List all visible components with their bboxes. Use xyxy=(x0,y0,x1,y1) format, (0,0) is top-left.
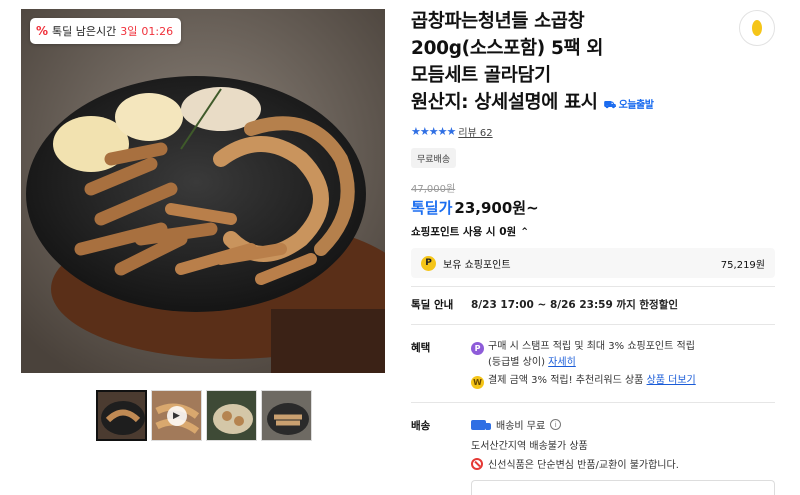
main-product-image[interactable] xyxy=(21,9,385,373)
point-use-label: 쇼핑포인트 사용 시 0원 xyxy=(411,226,517,238)
deal-price-label: 톡딜가 xyxy=(411,199,453,217)
benefit-detail-link[interactable]: 자세히 xyxy=(548,357,576,368)
shipping-fee-row: 배송비 무료 i xyxy=(471,417,562,432)
thumbnail-4[interactable] xyxy=(261,390,312,441)
play-icon: ▶ xyxy=(166,405,187,426)
benefit-stamp: P 구매 시 스탬프 적립 및 최대 3% 쇼핑포인트 적립 xyxy=(471,339,695,355)
benefit-line-3: 결제 금액 3% 적립! 추천리워드 상품 xyxy=(488,375,644,386)
stamp-point-icon: P xyxy=(471,342,484,355)
benefits-label: 혜택 xyxy=(411,342,431,354)
point-coin-icon: P xyxy=(421,255,436,271)
today-delivery-label: 오늘출발 xyxy=(618,100,654,111)
deal-info-label: 톡딜 안내 xyxy=(411,299,454,311)
more-products-link[interactable]: 상품 더보기 xyxy=(647,375,696,386)
timer-days: 3일 xyxy=(120,25,138,38)
reward-coin-icon: W xyxy=(471,376,484,389)
shipping-notice: 신선식품은 단순변심 반품/교환이 불가합니다. xyxy=(488,460,679,471)
discount-percent-icon: % xyxy=(36,24,49,38)
owned-points-value: 75,219원 xyxy=(720,259,765,271)
deal-timer-badge: % 톡딜 남은시간 3일 01:26 xyxy=(30,18,182,44)
info-icon[interactable]: i xyxy=(550,419,562,430)
owned-points-label: 보유 쇼핑포인트 xyxy=(443,259,511,271)
title-line-2: 200g(소스포함) 5팩 외 xyxy=(411,38,604,59)
deal-price: 23,900원~ xyxy=(454,199,539,217)
shipping-area: 도서산간지역 배송불가 상품 xyxy=(471,441,588,452)
title-line-3: 모듬세트 골라담기 xyxy=(411,65,551,86)
title-line-1: 곱창파는청년들 소곱창 xyxy=(411,11,585,32)
benefit-grade-note: (등급별 상이) xyxy=(488,357,545,368)
prohibited-icon xyxy=(471,457,483,470)
deal-period: 8/23 17:00 ~ 8/26 23:59 까지 한정할인 xyxy=(471,299,679,311)
free-shipping-tag: 무료배송 xyxy=(411,148,457,168)
option-select-card[interactable] xyxy=(471,480,775,495)
thumbnail-1[interactable] xyxy=(96,390,147,441)
divider xyxy=(411,402,775,403)
owned-points-box: P 보유 쇼핑포인트 75,219원 xyxy=(411,248,775,278)
chevron-up-icon: ⌃ xyxy=(520,225,530,238)
title-line-4: 원산지: 상세설명에 표시 xyxy=(411,92,598,113)
point-use-toggle[interactable]: 쇼핑포인트 사용 시 0원 ⌃ xyxy=(411,224,529,239)
timer-time: 01:26 xyxy=(141,24,174,38)
rating-row: ★★★★★ 리뷰 62 xyxy=(411,124,493,139)
today-delivery-badge: ⛟ 오늘출발 xyxy=(603,100,654,111)
thumbnail-2-video[interactable]: ▶ xyxy=(151,390,202,441)
benefit-line-1: 구매 시 스탬프 적립 및 최대 3% 쇼핑포인트 적립 xyxy=(488,341,695,352)
star-rating-icon: ★★★★★ xyxy=(411,125,456,138)
shipping-fee: 배송비 무료 xyxy=(496,421,546,432)
thumbnail-strip: ▶ xyxy=(96,390,312,441)
shipping-label: 배송 xyxy=(411,420,431,432)
shipping-area-row: 도서산간지역 배송불가 상품 xyxy=(471,437,588,452)
timer-label: 톡딜 남은시간 xyxy=(52,25,117,38)
review-link[interactable]: 리뷰 62 xyxy=(458,124,492,139)
truck-icon xyxy=(471,419,491,430)
divider xyxy=(411,324,775,325)
product-title: 곱창파는청년들 소곱창 200g(소스포함) 5팩 외 모듬세트 골라담기 원산… xyxy=(411,8,711,119)
deal-price-row: 톡딜가 23,900원~ xyxy=(411,197,539,218)
shipping-notice-row: 신선식품은 단순변심 반품/교환이 불가합니다. xyxy=(471,456,679,471)
wishlist-icon xyxy=(752,20,762,36)
benefit-grade: (등급별 상이) 자세히 xyxy=(488,355,576,370)
benefit-reward: W 결제 금액 3% 적립! 추천리워드 상품 상품 더보기 xyxy=(471,373,696,389)
divider xyxy=(411,286,775,287)
wishlist-button[interactable] xyxy=(739,10,775,46)
thumbnail-3[interactable] xyxy=(206,390,257,441)
original-price: 47,000원 xyxy=(411,184,456,195)
